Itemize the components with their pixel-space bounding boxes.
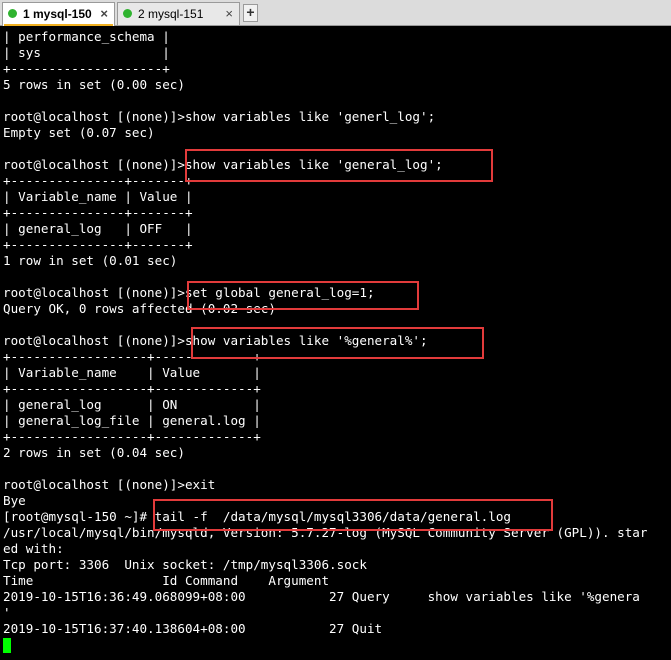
terminal-line: Time Id Command Argument [3, 573, 330, 588]
terminal-line: | Variable_name | Value | [3, 189, 193, 204]
terminal-line: root@localhost [(none)]>show variables l… [3, 109, 436, 124]
terminal-line: | Variable_name | Value | [3, 365, 261, 380]
terminal-line: | general_log | ON | [3, 397, 261, 412]
terminal-line: | performance_schema | [3, 29, 170, 44]
connected-status-icon [123, 9, 132, 18]
terminal-line: +------------------+-------------+ [3, 429, 261, 444]
highlight-box [191, 327, 484, 359]
tab-mysql-151[interactable]: 2 mysql-151 × [117, 2, 240, 25]
terminal-output[interactable]: | performance_schema | | sys | +--------… [0, 26, 671, 660]
terminal-line: Bye [3, 493, 26, 508]
terminal-line: | sys | [3, 45, 170, 60]
close-icon[interactable]: × [100, 3, 108, 25]
terminal-line: ed with: [3, 541, 64, 556]
terminal-line: ' [3, 605, 11, 620]
tab-label: 2 mysql-151 [138, 7, 204, 21]
tab-label: 1 mysql-150 [23, 7, 92, 21]
terminal-line: | general_log_file | general.log | [3, 413, 261, 428]
terminal-line: 2 rows in set (0.04 sec) [3, 445, 185, 460]
terminal-line: Tcp port: 3306 Unix socket: /tmp/mysql33… [3, 557, 367, 572]
terminal-line: +---------------+-------+ [3, 173, 193, 188]
highlight-box [153, 499, 553, 531]
terminal-line: 2019-10-15T16:37:40.138604+08:00 27 Quit [3, 621, 383, 636]
terminal-line: +------------------+-------------+ [3, 381, 261, 396]
new-tab-button[interactable]: + [243, 4, 258, 22]
highlight-box [187, 281, 419, 310]
terminal-line: Empty set (0.07 sec) [3, 125, 155, 140]
terminal-line: +--------------------+ [3, 61, 170, 76]
connected-status-icon [8, 9, 17, 18]
terminal-line: | general_log | OFF | [3, 221, 193, 236]
close-icon[interactable]: × [225, 3, 233, 25]
terminal-line: 2019-10-15T16:36:49.068099+08:00 27 Quer… [3, 589, 640, 604]
terminal-line: 1 row in set (0.01 sec) [3, 253, 178, 268]
terminal-cursor [3, 638, 11, 653]
tab-mysql-150[interactable]: 1 mysql-150 × [2, 2, 115, 26]
terminal-line: 5 rows in set (0.00 sec) [3, 77, 185, 92]
terminal-line: +---------------+-------+ [3, 205, 193, 220]
tab-bar: 1 mysql-150 × 2 mysql-151 × + [0, 0, 671, 26]
highlight-box [185, 149, 493, 182]
terminal-line: +---------------+-------+ [3, 237, 193, 252]
terminal-line: root@localhost [(none)]>exit [3, 477, 216, 492]
